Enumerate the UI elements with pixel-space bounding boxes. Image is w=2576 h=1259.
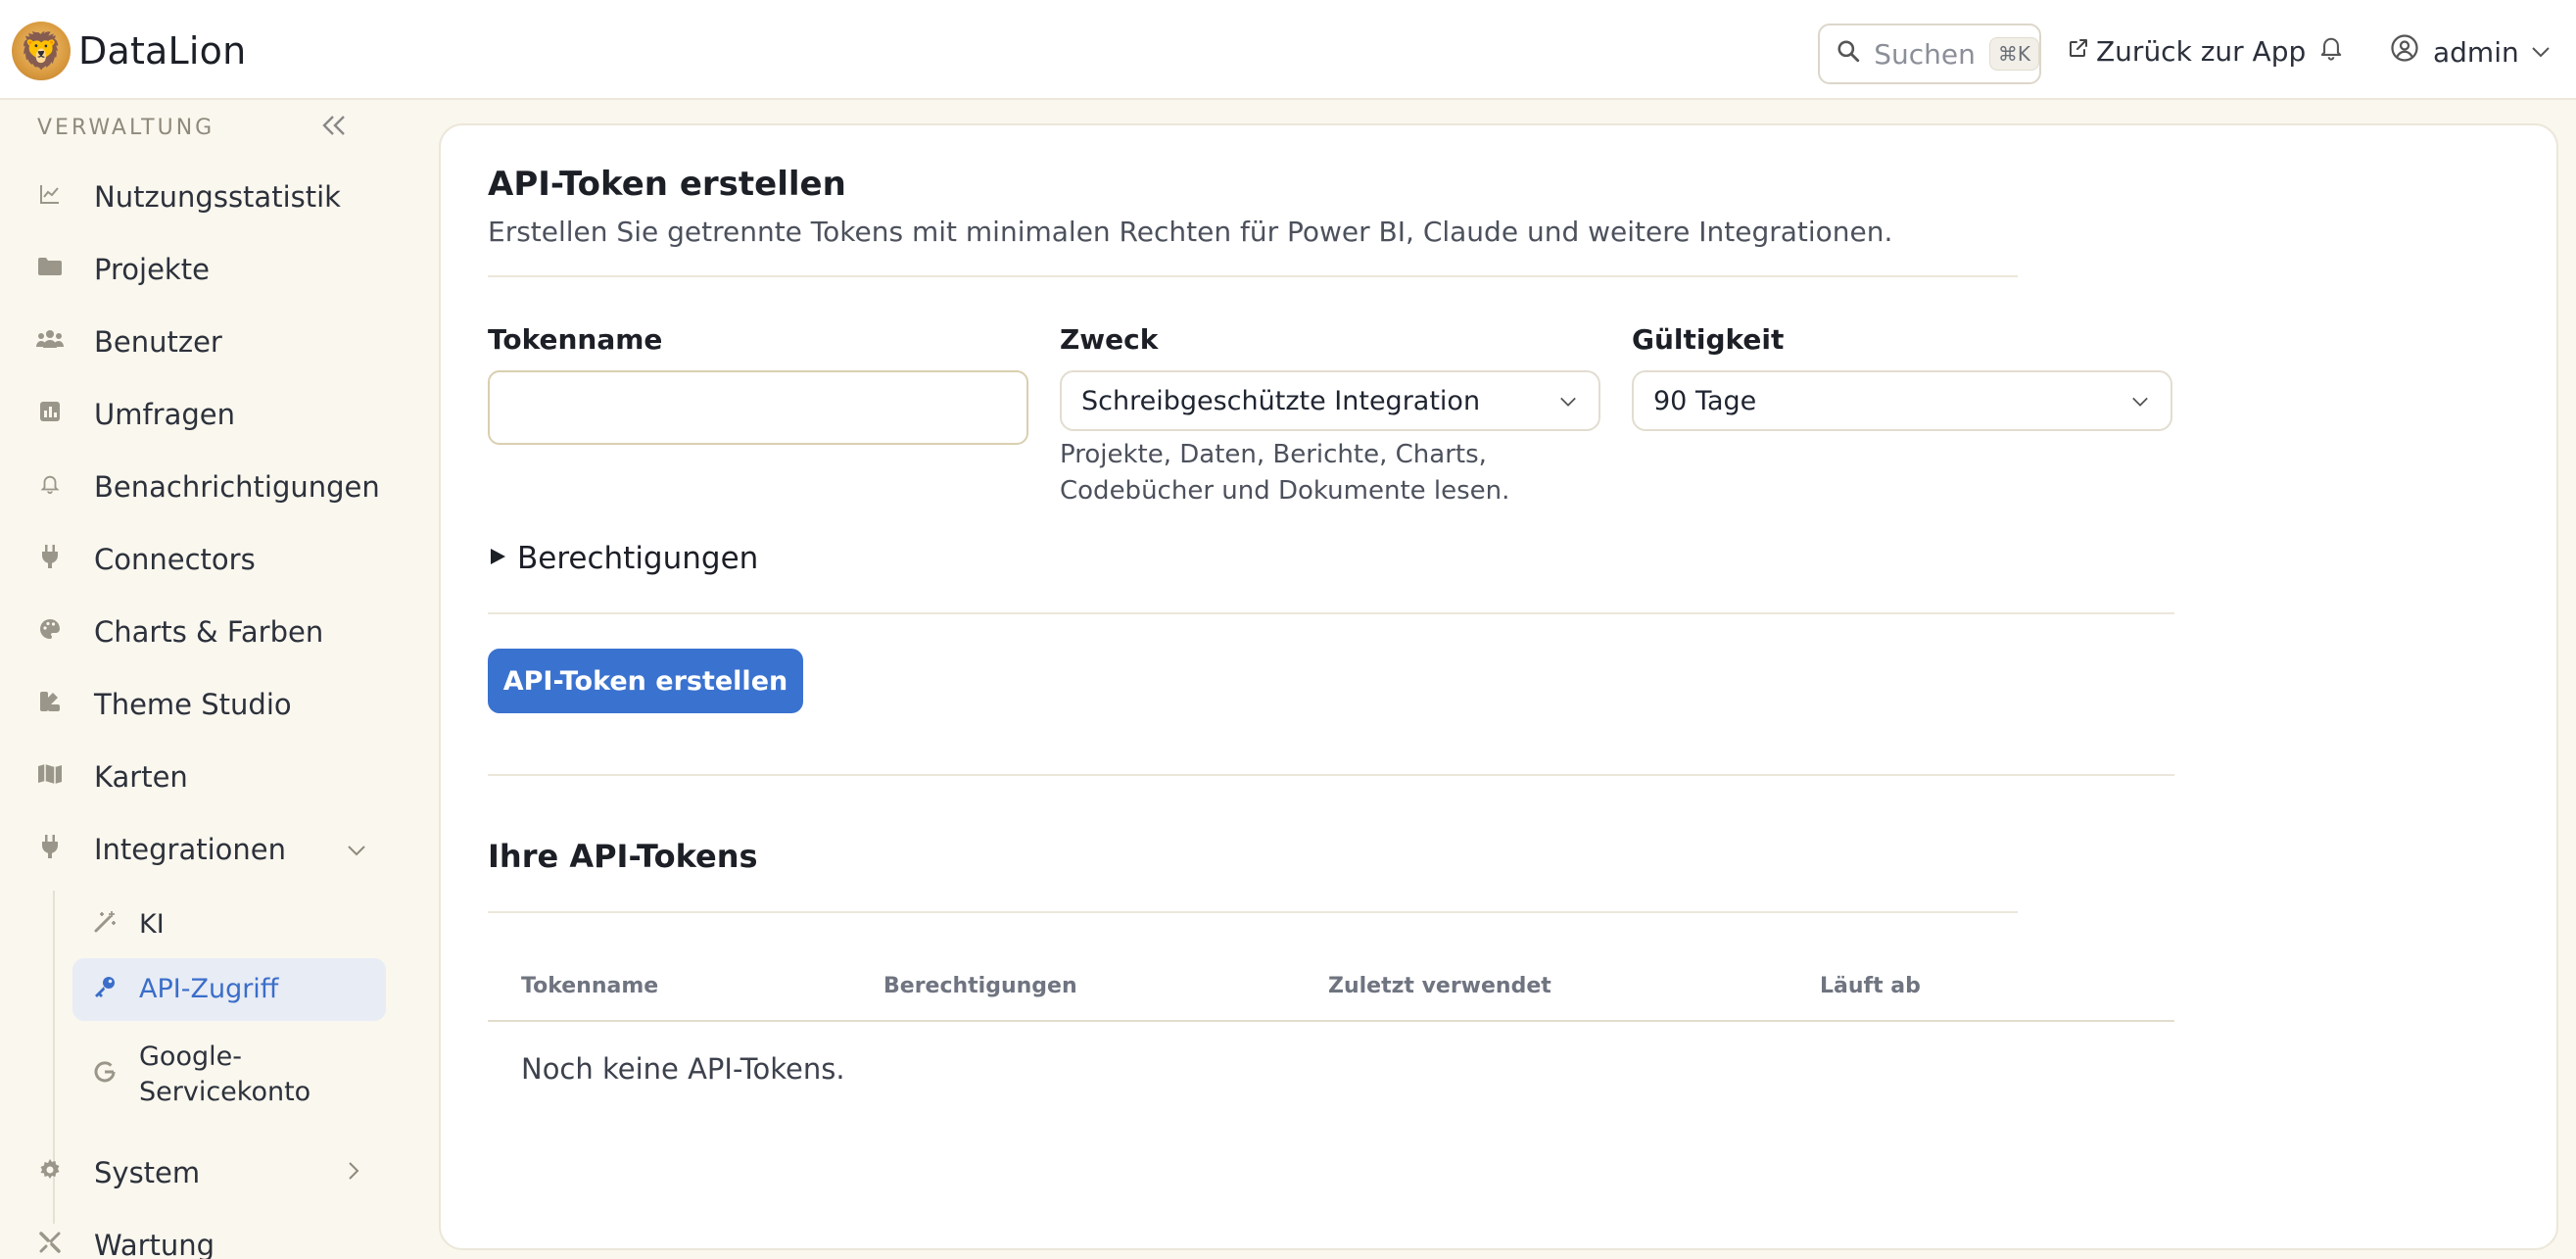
label-line-2: Servicekonto (139, 1077, 311, 1107)
chevron-down-icon (2131, 389, 2149, 412)
empty-state-text: Noch keine API-Tokens. (521, 1052, 845, 1086)
map-icon (35, 763, 65, 791)
poll-icon (35, 401, 65, 428)
purpose-help-text: Projekte, Daten, Berichte, Charts, Codeb… (1060, 440, 1510, 506)
sidebar-subitem-ki[interactable]: KI (72, 897, 386, 952)
back-to-app-label: Zurück zur App (2096, 35, 2307, 68)
sidebar-item-charts-farben[interactable]: Charts & Farben (35, 607, 323, 656)
top-bar: 🦁 DataLion Suchen ⌘K Zurück zur App admi… (0, 0, 2576, 100)
theme-icon (35, 690, 65, 719)
purpose-select-value: Schreibgeschützte Integration (1081, 385, 1481, 416)
sidebar-item-umfragen[interactable]: Umfragen (35, 390, 235, 439)
sidebar-section-title: VERWALTUNG (37, 116, 215, 140)
token-name-label: Tokenname (488, 323, 663, 356)
search-button[interactable]: Suchen ⌘K (1818, 24, 2041, 84)
search-label: Suchen (1874, 37, 1976, 71)
chevron-down-icon (1559, 389, 1577, 412)
permissions-toggle[interactable]: Berechtigungen (488, 541, 758, 576)
column-header-laeuft-ab: Läuft ab (1820, 974, 1921, 998)
sidebar-item-label: Karten (94, 760, 188, 794)
token-name-input[interactable] (488, 370, 1028, 445)
divider (488, 612, 2174, 614)
users-icon (35, 328, 65, 356)
bell-icon (35, 472, 65, 502)
sidebar-item-label: Benutzer (94, 325, 222, 359)
sidebar-item-integrationen[interactable]: Integrationen (35, 825, 388, 874)
validity-label: Gültigkeit (1632, 323, 1785, 356)
sidebar-subitem-google-servicekonto[interactable]: Google- Servicekonto (72, 1033, 386, 1117)
sidebar-item-theme-studio[interactable]: Theme Studio (35, 680, 292, 729)
sidebar-item-label: Charts & Farben (94, 615, 324, 649)
divider (488, 275, 2018, 277)
column-header-tokenname: Tokenname (521, 974, 659, 998)
chevron-down-icon (347, 836, 366, 863)
user-name: admin (2433, 35, 2519, 69)
sidebar-item-projekte[interactable]: Projekte (35, 245, 210, 294)
create-token-button[interactable]: API-Token erstellen (488, 649, 803, 713)
permissions-toggle-label: Berechtigungen (517, 541, 759, 576)
tokens-section-title: Ihre API-Tokens (488, 838, 758, 875)
column-header-zuletzt-verwendet: Zuletzt verwendet (1328, 974, 1551, 998)
purpose-label: Zweck (1060, 323, 1159, 356)
collapse-sidebar-button[interactable] (319, 108, 349, 147)
search-shortcut: ⌘K (1988, 37, 2039, 71)
sidebar-item-label: Integrationen (94, 833, 287, 866)
back-to-app-link[interactable]: Zurück zur App (2067, 35, 2306, 68)
purpose-select[interactable]: Schreibgeschützte Integration (1060, 370, 1600, 431)
sidebar-item-benachrichtigungen[interactable]: Benachrichtigungen (35, 462, 380, 511)
sidebar-item-connectors[interactable]: Connectors (35, 535, 256, 584)
sidebar-item-label: Wartung (94, 1229, 215, 1259)
lion-logo-icon: 🦁 (12, 22, 71, 80)
sidebar-item-system[interactable]: System (35, 1148, 388, 1197)
sidebar-item-benutzer[interactable]: Benutzer (35, 317, 222, 366)
magic-wand-icon (90, 910, 119, 940)
sidebar-item-wartung[interactable]: Wartung (35, 1221, 215, 1259)
sidebar-item-label: Benachrichtigungen (94, 470, 380, 504)
google-icon (90, 1060, 119, 1090)
divider (488, 911, 2018, 913)
chevron-right-icon (347, 1159, 360, 1186)
plug-icon (35, 544, 65, 575)
brand-name: DataLion (78, 29, 247, 73)
column-header-berechtigungen: Berechtigungen (883, 974, 1077, 998)
validity-select[interactable]: 90 Tage (1632, 370, 2172, 431)
table-header-divider (488, 1020, 2174, 1022)
sidebar-item-label: Nutzungsstatistik (94, 180, 341, 214)
folder-icon (35, 256, 65, 283)
search-icon (1836, 38, 1862, 71)
plug-icon (35, 834, 65, 865)
gear-icon (35, 1158, 65, 1187)
sidebar-item-label: Theme Studio (94, 688, 292, 721)
chevron-down-icon (2531, 40, 2551, 65)
double-chevron-left-icon (319, 108, 349, 147)
sidebar-subitem-label: Google- Servicekonto (139, 1040, 310, 1110)
sidebar-item-nutzungsstatistik[interactable]: Nutzungsstatistik (35, 172, 341, 221)
palette-icon (35, 617, 65, 647)
validity-select-value: 90 Tage (1653, 385, 1757, 416)
sidebar-item-karten[interactable]: Karten (35, 752, 188, 801)
external-link-icon (2067, 36, 2090, 67)
sidebar-subitem-api-zugriff[interactable]: API-Zugriff (72, 958, 386, 1021)
sidebar-item-label: Connectors (94, 543, 256, 576)
sidebar-item-label: Projekte (94, 253, 210, 286)
brand-logo[interactable]: 🦁 DataLion (12, 22, 246, 80)
bell-icon (2317, 36, 2345, 71)
page-description: Erstellen Sie getrennte Tokens mit minim… (488, 216, 1893, 248)
label-line-1: Google- (139, 1041, 242, 1072)
chart-line-icon (35, 182, 65, 212)
tools-icon (35, 1231, 65, 1259)
notifications-button[interactable] (2317, 33, 2345, 71)
sidebar-subitem-label: KI (139, 909, 165, 940)
triangle-right-icon (488, 545, 507, 572)
key-icon (90, 975, 119, 1004)
user-circle-icon (2390, 33, 2419, 71)
sidebar-subitem-label: API-Zugriff (139, 974, 279, 1004)
sidebar-item-label: System (94, 1156, 201, 1189)
user-menu[interactable]: admin (2390, 33, 2551, 71)
divider (488, 774, 2174, 776)
page-title: API-Token erstellen (488, 165, 846, 204)
sidebar: VERWALTUNG Nutzungsstatistik Projekte Be… (0, 102, 415, 1259)
sidebar-item-label: Umfragen (94, 398, 236, 431)
